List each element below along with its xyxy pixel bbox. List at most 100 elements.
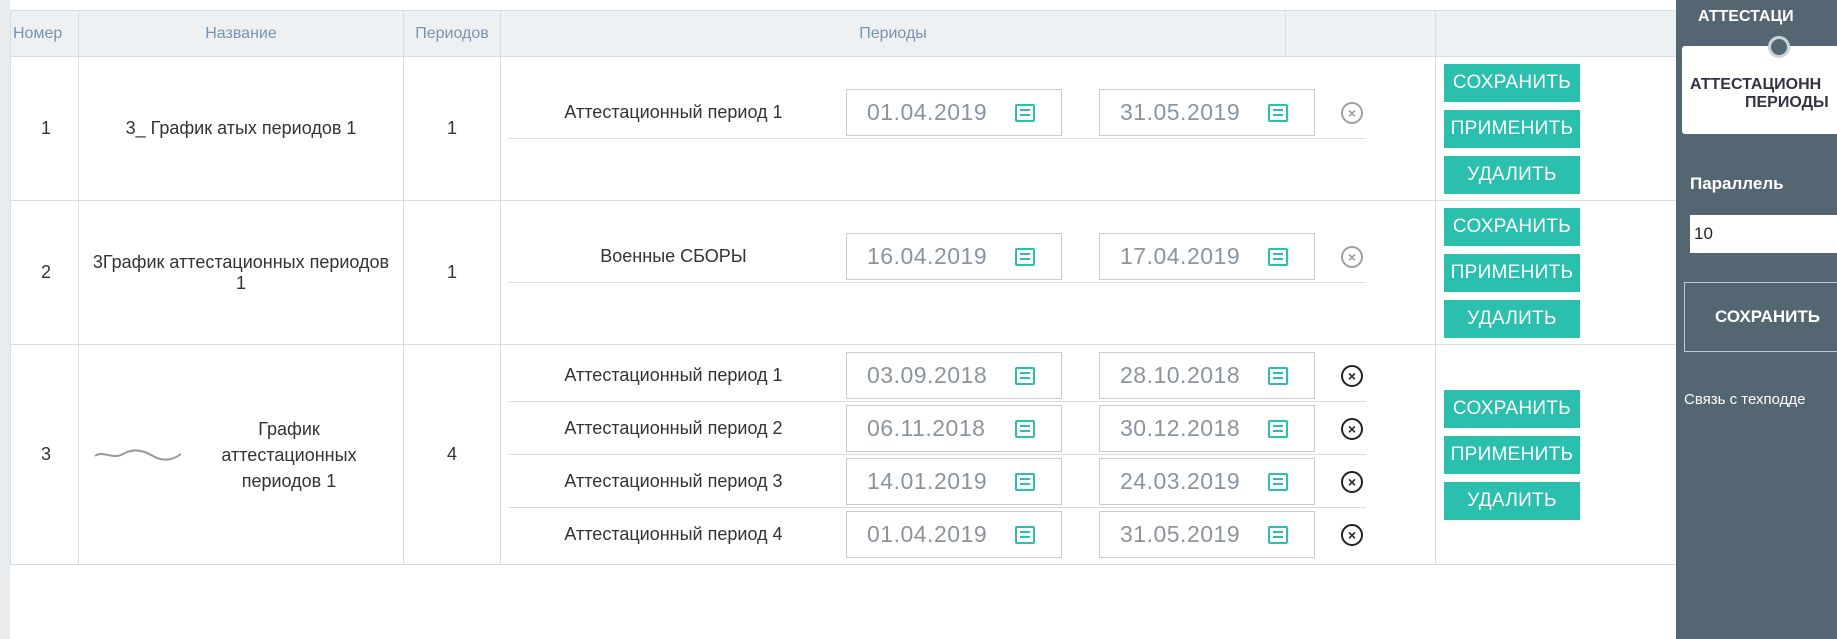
calendar-icon[interactable] (1015, 366, 1035, 385)
period-row: Аттестационный период 3 14.01.2019 24.03… (501, 455, 1435, 508)
calendar-icon[interactable] (1268, 525, 1288, 544)
period-end-value: 30.12.2018 (1120, 415, 1241, 441)
row-number: 3 (10, 344, 79, 565)
table-row: 2 3График аттестационных периодов 1 1 Во… (10, 200, 1676, 345)
period-start-date[interactable]: 06.11.2018 (846, 405, 1062, 452)
calendar-icon[interactable] (1268, 366, 1288, 385)
period-label: Аттестационный период 3 (564, 471, 783, 491)
period-end-value: 24.03.2019 (1120, 468, 1241, 494)
period-row: Аттестационный период 1 03.09.2018 28.10… (501, 349, 1435, 402)
save-button[interactable]: СОХРАНИТЬ (1444, 63, 1580, 102)
header-actions (1285, 10, 1436, 57)
apply-button[interactable]: ПРИМЕНИТЬ (1444, 109, 1580, 148)
row-periods: Аттестационный период 1 03.09.2018 28.10… (500, 344, 1436, 565)
calendar-icon[interactable] (1268, 247, 1288, 266)
delete-button[interactable]: УДАЛИТЬ (1444, 481, 1580, 520)
save-button[interactable]: СОХРАНИТЬ (1444, 389, 1580, 428)
period-end-value: 28.10.2018 (1120, 362, 1241, 388)
save-button[interactable]: СОХРАНИТЬ (1444, 207, 1580, 246)
period-label: Аттестационный период 2 (564, 418, 783, 438)
periods-table: Номер Название Периодов Периоды 1 3_ Гра… (10, 10, 1676, 565)
apply-button[interactable]: ПРИМЕНИТЬ (1444, 435, 1580, 474)
scribble-icon (94, 448, 182, 461)
close-circle-icon[interactable]: × (1341, 245, 1363, 268)
period-start-value: 01.04.2019 (867, 99, 988, 125)
period-start-date[interactable]: 01.04.2019 (846, 511, 1062, 558)
period-start-value: 01.04.2019 (867, 521, 988, 547)
calendar-icon[interactable] (1015, 103, 1035, 122)
step-dot-icon (1768, 36, 1790, 58)
sidebar-card-line2: ПЕРИОДЫ (1745, 94, 1829, 111)
period-end-date[interactable]: 31.05.2019 (1099, 511, 1315, 558)
period-label: Военные СБОРЫ (600, 246, 747, 266)
row-periods: Аттестационный период 1 01.04.2019 31.05… (500, 56, 1436, 201)
left-gutter (0, 0, 10, 639)
period-start-value: 16.04.2019 (867, 243, 988, 269)
period-row: Военные СБОРЫ 16.04.2019 17.04.2019 × (501, 230, 1435, 283)
row-name-text: График аттестационных периодов 1 (221, 418, 357, 491)
row-name: 3График аттестационных периодов 1 (78, 200, 404, 345)
right-sidebar: АТТЕСТАЦИ АТТЕСТАЦИОНН ПЕРИОДЫ Параллель… (1676, 0, 1837, 639)
table-row: 3 График аттестационных периодов 1 4 Атт… (10, 344, 1676, 565)
header-count[interactable]: Периодов (403, 10, 501, 57)
period-start-value: 06.11.2018 (867, 415, 986, 441)
close-circle-icon[interactable]: × (1341, 470, 1363, 493)
header-number[interactable]: Номер (10, 10, 79, 57)
header-name[interactable]: Название (78, 10, 404, 57)
period-label: Аттестационный период 1 (564, 365, 783, 385)
period-row: Аттестационный период 4 01.04.2019 31.05… (501, 508, 1435, 561)
close-circle-icon[interactable]: × (1341, 101, 1363, 124)
period-end-value: 31.05.2019 (1120, 521, 1241, 547)
period-end-date[interactable]: 31.05.2019 (1099, 89, 1315, 136)
apply-button[interactable]: ПРИМЕНИТЬ (1444, 253, 1580, 292)
period-start-date[interactable]: 01.04.2019 (846, 89, 1062, 136)
row-name-text: 3_ График атых периодов 1 (125, 118, 357, 138)
calendar-icon[interactable] (1268, 103, 1288, 122)
period-end-value: 17.04.2019 (1120, 243, 1241, 269)
row-count: 4 (403, 344, 501, 565)
close-circle-icon[interactable]: × (1341, 364, 1363, 387)
parallel-input[interactable] (1690, 215, 1837, 253)
row-number: 2 (10, 200, 79, 345)
period-end-date[interactable]: 28.10.2018 (1099, 352, 1315, 399)
close-circle-icon[interactable]: × (1341, 417, 1363, 440)
period-label: Аттестационный период 4 (564, 524, 783, 544)
period-start-date[interactable]: 14.01.2019 (846, 458, 1062, 505)
delete-button[interactable]: УДАЛИТЬ (1444, 155, 1580, 194)
period-end-date[interactable]: 30.12.2018 (1099, 405, 1315, 452)
period-end-value: 31.05.2019 (1120, 99, 1241, 125)
parallel-label: Параллель (1690, 174, 1784, 193)
calendar-icon[interactable] (1015, 525, 1035, 544)
period-end-date[interactable]: 17.04.2019 (1099, 233, 1315, 280)
row-name: 3_ График атых периодов 1 (78, 56, 404, 201)
period-start-date[interactable]: 16.04.2019 (846, 233, 1062, 280)
calendar-icon[interactable] (1015, 419, 1035, 438)
sidebar-top-label[interactable]: АТТЕСТАЦИ (1676, 0, 1837, 42)
calendar-icon[interactable] (1015, 472, 1035, 491)
period-row: Аттестационный период 2 06.11.2018 30.12… (501, 402, 1435, 455)
sidebar-save-button[interactable]: СОХРАНИТЬ (1684, 282, 1837, 352)
period-end-date[interactable]: 24.03.2019 (1099, 458, 1315, 505)
period-start-date[interactable]: 03.09.2018 (846, 352, 1062, 399)
calendar-icon[interactable] (1268, 472, 1288, 491)
row-count: 1 (403, 56, 501, 201)
calendar-icon[interactable] (1268, 419, 1288, 438)
periods-table-wrap: Номер Название Периодов Периоды 1 3_ Гра… (10, 10, 1676, 639)
table-header-row: Номер Название Периодов Периоды (10, 10, 1676, 57)
calendar-icon[interactable] (1015, 247, 1035, 266)
support-link[interactable]: Связь с техподде (1684, 391, 1805, 408)
period-row: Аттестационный период 1 01.04.2019 31.05… (501, 86, 1435, 139)
sidebar-active-step[interactable]: АТТЕСТАЦИОНН ПЕРИОДЫ (1682, 46, 1837, 134)
table-row: 1 3_ График атых периодов 1 1 Аттестацио… (10, 56, 1676, 201)
row-actions: СОХРАНИТЬ ПРИМЕНИТЬ УДАЛИТЬ (1435, 344, 1676, 565)
period-start-value: 14.01.2019 (867, 468, 988, 494)
row-name: График аттестационных периодов 1 (78, 344, 404, 565)
sidebar-card-line1: АТТЕСТАЦИОНН (1690, 76, 1822, 93)
close-circle-icon[interactable]: × (1341, 523, 1363, 546)
header-spacer (1435, 10, 1676, 57)
row-number: 1 (10, 56, 79, 201)
delete-button[interactable]: УДАЛИТЬ (1444, 299, 1580, 338)
period-label: Аттестационный период 1 (564, 102, 783, 122)
row-actions: СОХРАНИТЬ ПРИМЕНИТЬ УДАЛИТЬ (1435, 200, 1676, 345)
row-periods: Военные СБОРЫ 16.04.2019 17.04.2019 × (500, 200, 1436, 345)
